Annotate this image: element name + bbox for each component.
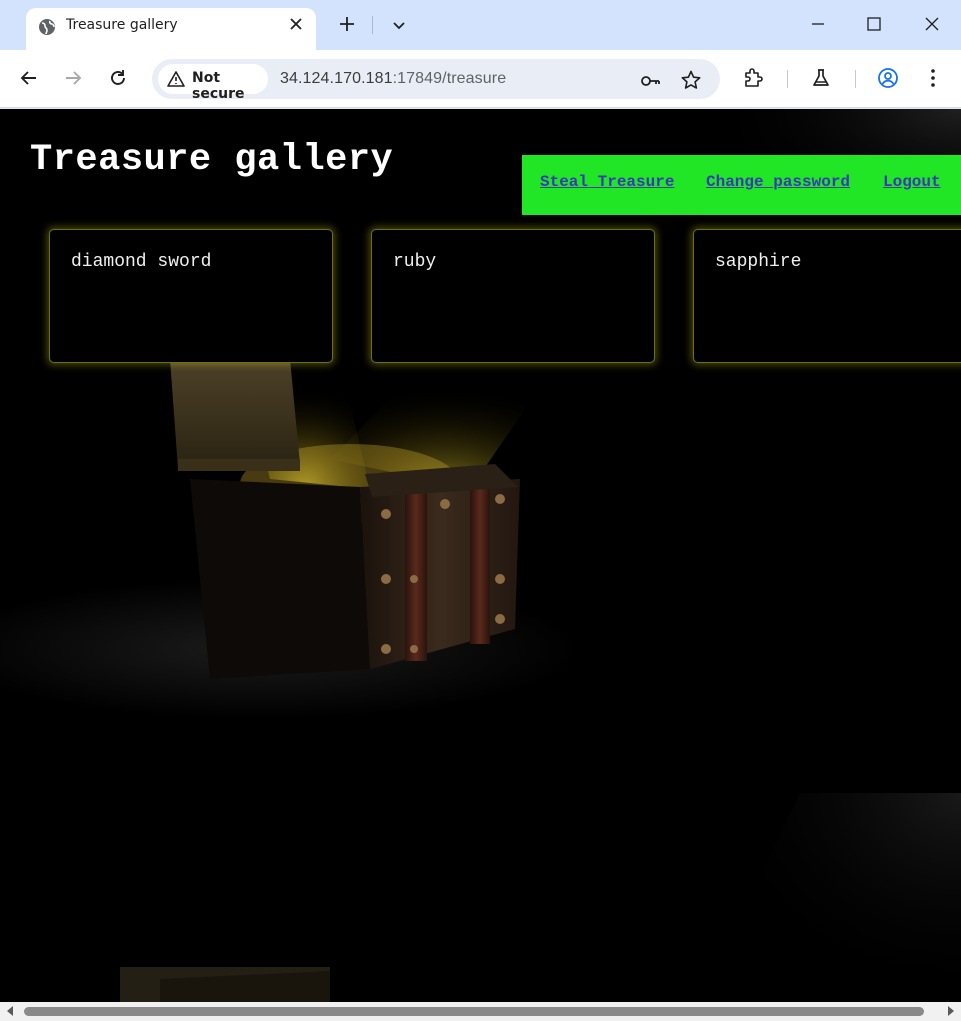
page-viewport: Treasure gallery Steal Treasure Change p… bbox=[0, 109, 961, 1002]
star-icon[interactable] bbox=[680, 69, 702, 91]
globe-icon bbox=[39, 19, 55, 35]
url-host: 34.124.170.181 bbox=[280, 70, 393, 87]
scrollbar-thumb[interactable] bbox=[24, 1007, 924, 1016]
key-icon[interactable] bbox=[639, 69, 661, 91]
top-navbar: Steal Treasure Change password Logout bbox=[522, 155, 961, 215]
maximize-icon[interactable] bbox=[864, 14, 884, 34]
tab-close-icon[interactable] bbox=[288, 16, 304, 32]
reload-icon[interactable] bbox=[107, 67, 129, 89]
change-password-link[interactable]: Change password bbox=[706, 173, 850, 191]
kebab-menu-icon[interactable] bbox=[922, 67, 944, 89]
chevron-down-icon[interactable] bbox=[390, 16, 408, 34]
treasure-card[interactable]: diamond sword bbox=[49, 229, 333, 363]
close-window-icon[interactable] bbox=[922, 14, 942, 34]
back-arrow-icon[interactable] bbox=[18, 67, 40, 89]
minimize-icon[interactable] bbox=[808, 14, 828, 34]
puzzle-icon[interactable] bbox=[743, 67, 765, 89]
security-label: Not secure bbox=[192, 70, 245, 102]
new-tab-plus-icon[interactable] bbox=[336, 13, 358, 35]
tab-separator bbox=[372, 16, 373, 34]
profile-icon[interactable] bbox=[877, 67, 899, 89]
toolbar-separator bbox=[787, 70, 788, 88]
flask-icon[interactable] bbox=[810, 67, 832, 89]
horizontal-scrollbar[interactable] bbox=[0, 1002, 961, 1021]
treasure-card[interactable]: sapphire bbox=[693, 229, 961, 363]
url-path: :17849/treasure bbox=[392, 70, 507, 87]
forward-arrow-icon[interactable] bbox=[62, 67, 84, 89]
security-chip[interactable]: Not secure bbox=[158, 64, 268, 102]
treasure-name: ruby bbox=[393, 252, 437, 272]
treasure-card[interactable]: ruby bbox=[371, 229, 655, 363]
treasure-name: diamond sword bbox=[71, 252, 212, 272]
tab-title: Treasure gallery bbox=[66, 17, 178, 33]
warning-triangle-icon bbox=[167, 71, 185, 87]
url-text[interactable]: 34.124.170.181:17849/treasure bbox=[280, 70, 506, 88]
logout-link[interactable]: Logout bbox=[883, 173, 941, 191]
address-bar[interactable]: Not secure 34.124.170.181:17849/treasure bbox=[152, 59, 720, 102]
scroll-right-arrow-icon[interactable] bbox=[948, 1006, 954, 1016]
treasure-name: sapphire bbox=[715, 252, 802, 272]
toolbar-separator bbox=[855, 70, 856, 88]
tab-strip: Treasure gallery bbox=[0, 0, 961, 50]
steal-treasure-link[interactable]: Steal Treasure bbox=[540, 173, 674, 191]
browser-tab[interactable]: Treasure gallery bbox=[26, 8, 316, 50]
browser-toolbar: Not secure 34.124.170.181:17849/treasure bbox=[0, 50, 961, 108]
scroll-left-arrow-icon[interactable] bbox=[7, 1006, 13, 1016]
page-title: Treasure gallery bbox=[30, 139, 394, 181]
